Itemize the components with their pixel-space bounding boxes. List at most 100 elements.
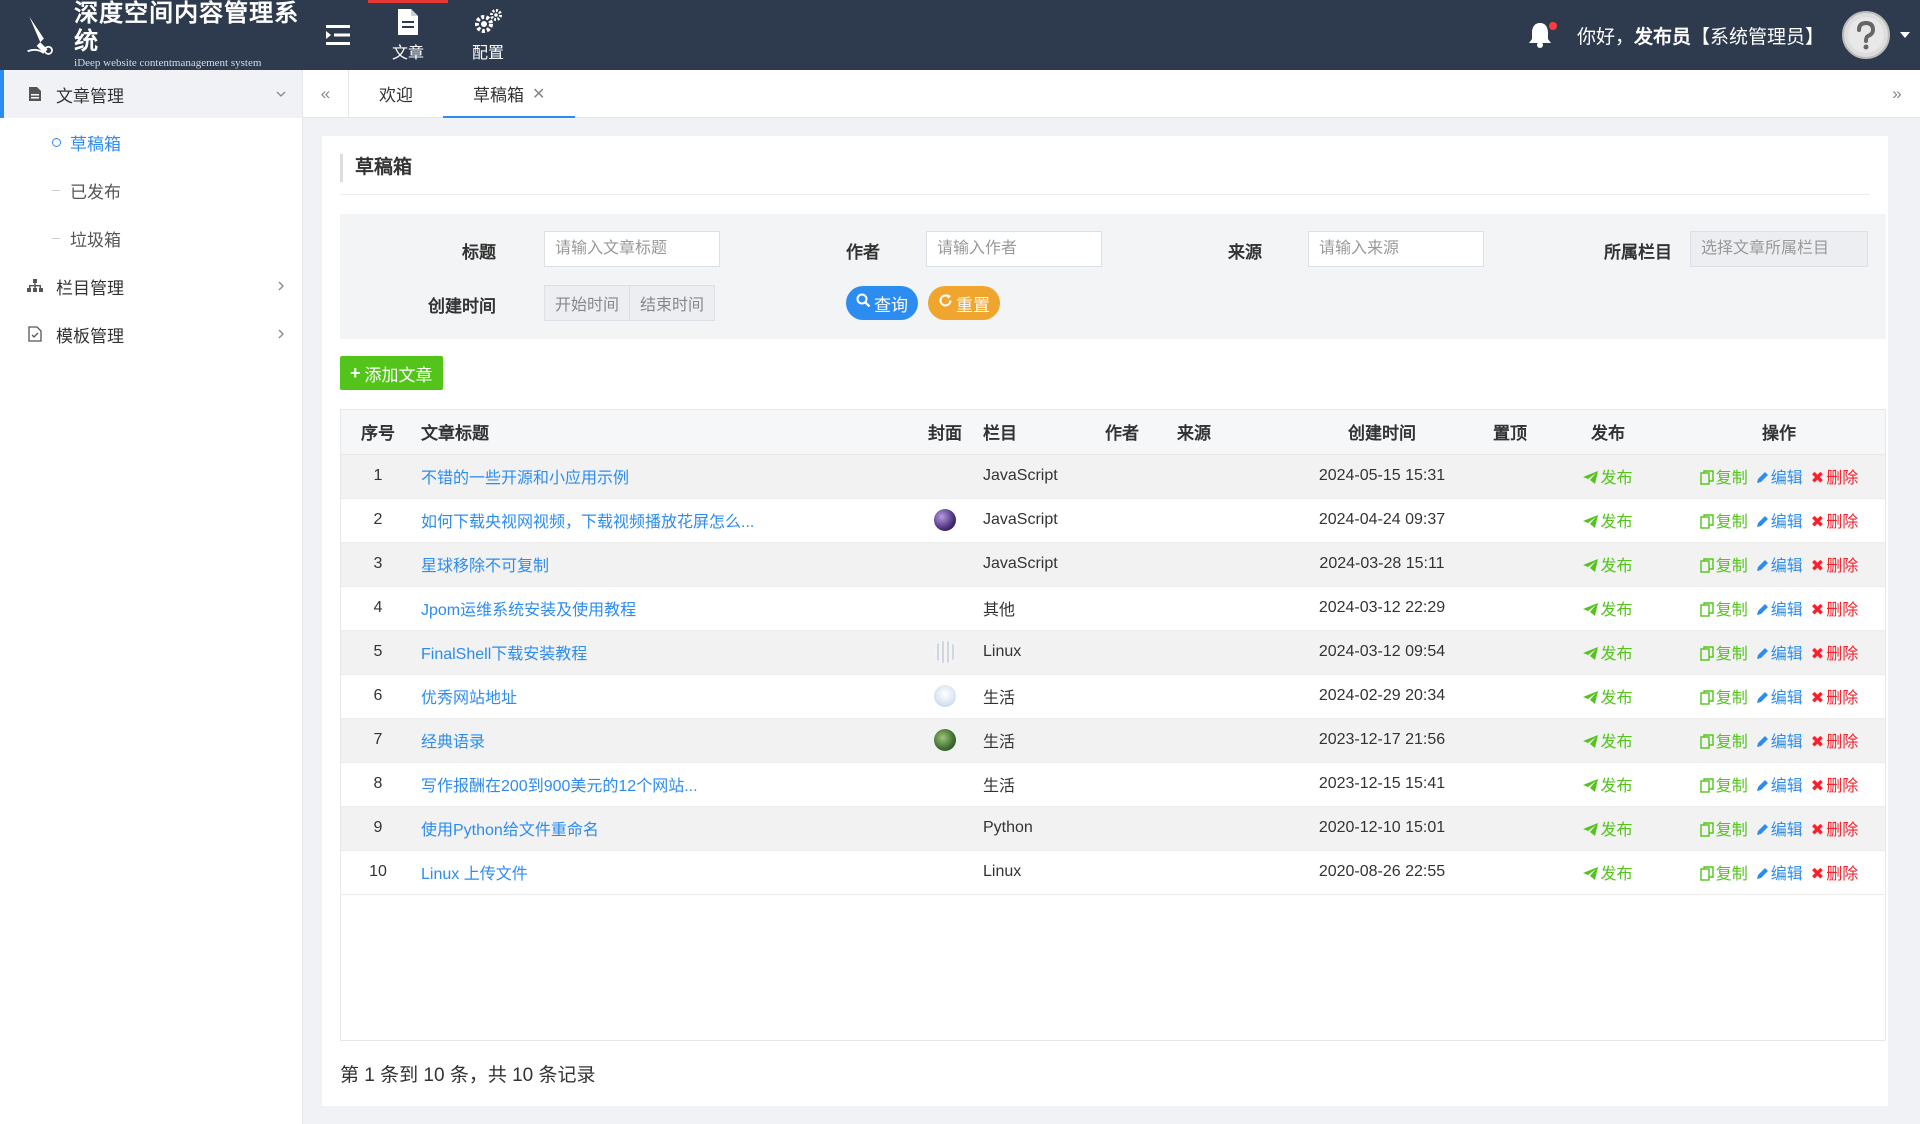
copy-button[interactable]: 复制 bbox=[1700, 778, 1748, 795]
publish-button[interactable]: 发布 bbox=[1583, 470, 1633, 487]
article-title-link[interactable]: 如何下载央视网视频，下载视频播放花屏怎么... bbox=[421, 514, 754, 531]
publish-button[interactable]: 发布 bbox=[1583, 866, 1633, 883]
copy-button[interactable]: 复制 bbox=[1700, 734, 1748, 751]
tab-welcome[interactable]: 欢迎 bbox=[349, 70, 443, 118]
edit-button[interactable]: 编辑 bbox=[1756, 734, 1803, 751]
pencil-icon bbox=[1756, 516, 1768, 527]
user-menu-caret-icon[interactable] bbox=[1900, 32, 1910, 38]
cover-thumbnail[interactable] bbox=[934, 729, 956, 751]
row-column: Python bbox=[975, 806, 1105, 851]
edit-button[interactable]: 编辑 bbox=[1756, 470, 1803, 487]
query-button[interactable]: 查询 bbox=[846, 286, 918, 320]
table-row: 9 使用Python给文件重命名 Python 2020-12-10 15:01 发布 复… bbox=[341, 806, 1885, 851]
row-cover bbox=[915, 498, 975, 543]
edit-button[interactable]: 编辑 bbox=[1756, 646, 1803, 663]
close-icon: ✖ bbox=[1810, 690, 1825, 707]
copy-button[interactable]: 复制 bbox=[1700, 866, 1748, 883]
delete-button[interactable]: ✖ 删除 bbox=[1811, 734, 1858, 751]
cover-thumbnail[interactable] bbox=[934, 685, 956, 707]
edit-button[interactable]: 编辑 bbox=[1756, 822, 1803, 839]
reset-button[interactable]: 重置 bbox=[928, 286, 1000, 320]
title-divider bbox=[340, 194, 1870, 195]
row-column: Linux bbox=[975, 630, 1105, 675]
sidebar-group-templates[interactable]: 模板管理 bbox=[0, 310, 302, 358]
author-label: 作者 bbox=[846, 243, 880, 262]
source-input[interactable] bbox=[1308, 231, 1484, 267]
indent-menu-icon bbox=[326, 25, 350, 45]
nav-tab-articles[interactable]: 文章 bbox=[368, 0, 448, 70]
close-icon[interactable]: ✕ bbox=[532, 84, 545, 104]
avatar[interactable] bbox=[1842, 11, 1890, 59]
publish-button[interactable]: 发布 bbox=[1583, 734, 1633, 751]
edit-button[interactable]: 编辑 bbox=[1756, 558, 1803, 575]
publish-button[interactable]: 发布 bbox=[1583, 602, 1633, 619]
delete-button[interactable]: ✖ 删除 bbox=[1811, 822, 1858, 839]
edit-button[interactable]: 编辑 bbox=[1756, 514, 1803, 531]
edit-button[interactable]: 编辑 bbox=[1756, 778, 1803, 795]
delete-button[interactable]: ✖ 删除 bbox=[1811, 690, 1858, 707]
notification-bell[interactable] bbox=[1527, 20, 1557, 50]
sidebar: 文章管理 草稿箱 已发布 垃圾箱 栏目管理 模板管理 bbox=[0, 70, 303, 1124]
delete-button[interactable]: ✖ 删除 bbox=[1811, 558, 1858, 575]
sidebar-group-columns[interactable]: 栏目管理 bbox=[0, 262, 302, 310]
menu-toggle-button[interactable] bbox=[308, 0, 368, 70]
edit-label: 编辑 bbox=[1770, 690, 1803, 707]
article-title-link[interactable]: 星球移除不可复制 bbox=[421, 558, 549, 575]
end-time-field[interactable]: 结束时间 bbox=[629, 286, 714, 320]
article-title-link[interactable]: 写作报酬在200到900美元的12个网站... bbox=[421, 778, 698, 795]
title-input[interactable] bbox=[544, 231, 720, 267]
sidebar-item-drafts[interactable]: 草稿箱 bbox=[0, 118, 302, 166]
tabs-scroll-left-button[interactable]: « bbox=[303, 69, 349, 118]
article-title-link[interactable]: 不错的一些开源和小应用示例 bbox=[421, 470, 629, 487]
add-article-button[interactable]: + 添加文章 bbox=[340, 356, 443, 390]
delete-button[interactable]: ✖ 删除 bbox=[1811, 778, 1858, 795]
delete-button[interactable]: ✖ 删除 bbox=[1811, 866, 1858, 883]
article-title-link[interactable]: 使用Python给文件重命名 bbox=[421, 822, 599, 839]
start-time-field[interactable]: 开始时间 bbox=[545, 286, 629, 320]
delete-button[interactable]: ✖ 删除 bbox=[1811, 646, 1858, 663]
copy-button[interactable]: 复制 bbox=[1700, 602, 1748, 619]
sidebar-item-trash[interactable]: 垃圾箱 bbox=[0, 214, 302, 262]
article-title-link[interactable]: 经典语录 bbox=[421, 734, 485, 751]
row-index: 8 bbox=[341, 762, 415, 807]
copy-button[interactable]: 复制 bbox=[1700, 514, 1748, 531]
edit-label: 编辑 bbox=[1770, 734, 1803, 751]
tab-drafts[interactable]: 草稿箱 ✕ bbox=[443, 70, 576, 118]
sidebar-item-published[interactable]: 已发布 bbox=[0, 166, 302, 214]
delete-button[interactable]: ✖ 删除 bbox=[1811, 514, 1858, 531]
delete-button[interactable]: ✖ 删除 bbox=[1811, 470, 1858, 487]
publish-button[interactable]: 发布 bbox=[1583, 646, 1633, 663]
cover-thumbnail[interactable] bbox=[934, 509, 956, 531]
tabs-scroll-right-button[interactable]: » bbox=[1874, 70, 1920, 118]
column-select[interactable] bbox=[1690, 231, 1868, 267]
copy-label: 复制 bbox=[1715, 602, 1748, 619]
article-title-link[interactable]: Linux 上传文件 bbox=[421, 866, 528, 883]
article-title-link[interactable]: 优秀网站地址 bbox=[421, 690, 517, 707]
author-input[interactable] bbox=[926, 231, 1102, 267]
copy-button[interactable]: 复制 bbox=[1700, 822, 1748, 839]
edit-button[interactable]: 编辑 bbox=[1756, 866, 1803, 883]
publish-button[interactable]: 发布 bbox=[1583, 514, 1633, 531]
copy-button[interactable]: 复制 bbox=[1700, 690, 1748, 707]
article-title-link[interactable]: FinalShell下载安装教程 bbox=[421, 646, 587, 663]
copy-button[interactable]: 复制 bbox=[1700, 558, 1748, 575]
edit-button[interactable]: 编辑 bbox=[1756, 602, 1803, 619]
sidebar-group-articles[interactable]: 文章管理 bbox=[0, 70, 302, 118]
publish-button[interactable]: 发布 bbox=[1583, 558, 1633, 575]
article-title-link[interactable]: Jpom运维系统安装及使用教程 bbox=[421, 602, 636, 619]
row-column: 生活 bbox=[975, 762, 1105, 807]
date-range-picker[interactable]: 开始时间 结束时间 bbox=[544, 285, 716, 321]
publish-button[interactable]: 发布 bbox=[1583, 690, 1633, 707]
row-column: JavaScript bbox=[975, 542, 1105, 587]
logo[interactable]: 深度空间内容管理系统 iDeep website contentmanageme… bbox=[0, 0, 300, 70]
publish-button[interactable]: 发布 bbox=[1583, 778, 1633, 795]
delete-label: 删除 bbox=[1826, 866, 1859, 883]
nav-tab-config[interactable]: 配置 bbox=[448, 0, 528, 70]
row-index: 6 bbox=[341, 674, 415, 719]
delete-button[interactable]: ✖ 删除 bbox=[1811, 602, 1858, 619]
edit-button[interactable]: 编辑 bbox=[1756, 690, 1803, 707]
publish-button[interactable]: 发布 bbox=[1583, 822, 1633, 839]
copy-button[interactable]: 复制 bbox=[1700, 470, 1748, 487]
cover-thumbnail[interactable] bbox=[934, 641, 956, 663]
copy-button[interactable]: 复制 bbox=[1700, 646, 1748, 663]
